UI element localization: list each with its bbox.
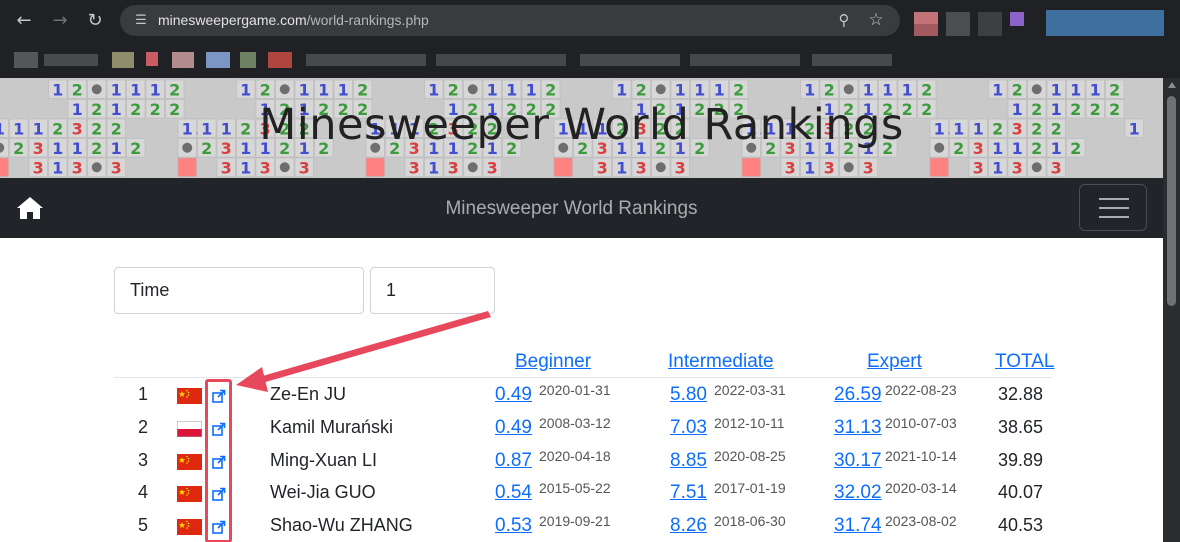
- blurred-bookmark[interactable]: [306, 54, 426, 66]
- blurred-bookmark[interactable]: [172, 52, 194, 68]
- blurred-extension: [978, 12, 1002, 36]
- site-info-icon[interactable]: ☰: [132, 12, 150, 30]
- blurred-bookmark[interactable]: [14, 52, 38, 68]
- blurred-extension: [946, 12, 970, 36]
- zoom-icon[interactable]: ⚲: [834, 10, 854, 30]
- blurred-bookmark[interactable]: [812, 54, 892, 66]
- back-arrow-icon[interactable]: ←: [12, 9, 36, 33]
- scroll-thumb[interactable]: [1167, 96, 1176, 306]
- blurred-bookmark[interactable]: [44, 54, 98, 66]
- url-text[interactable]: minesweepergame.com/world-rankings.php: [158, 12, 429, 28]
- blurred-bookmark[interactable]: [240, 52, 256, 68]
- bookmark-star-icon[interactable]: ☆: [866, 10, 886, 30]
- blurred-bookmark[interactable]: [268, 52, 292, 68]
- blurred-extension: [1010, 12, 1024, 26]
- blurred-bookmark[interactable]: [580, 54, 680, 66]
- blurred-extension: [914, 24, 938, 36]
- address-bar[interactable]: ☰ minesweepergame.com/world-rankings.php…: [120, 5, 900, 36]
- blurred-extension: [914, 12, 938, 24]
- browser-toolbar: ← → ↻ ☰ minesweepergame.com/world-rankin…: [0, 0, 1180, 42]
- blurred-bookmark[interactable]: [436, 54, 566, 66]
- url-host: minesweepergame.com: [158, 12, 307, 28]
- blurred-bookmark[interactable]: [206, 52, 230, 68]
- scrollbar[interactable]: [1163, 78, 1180, 542]
- page-content: 1211121212221112322123112123133121112121…: [0, 78, 1163, 542]
- blurred-bookmark[interactable]: [112, 52, 134, 68]
- reload-icon[interactable]: ↻: [83, 9, 107, 33]
- blurred-bookmark[interactable]: [690, 54, 800, 66]
- scroll-up-icon[interactable]: [1168, 82, 1176, 88]
- url-path: /world-rankings.php: [306, 12, 429, 28]
- blurred-profile: [1046, 10, 1164, 36]
- annotation-arrow-icon: [236, 311, 491, 392]
- blurred-bookmark[interactable]: [146, 52, 158, 66]
- forward-arrow-icon[interactable]: →: [48, 9, 72, 33]
- bookmarks-bar: [0, 42, 1180, 78]
